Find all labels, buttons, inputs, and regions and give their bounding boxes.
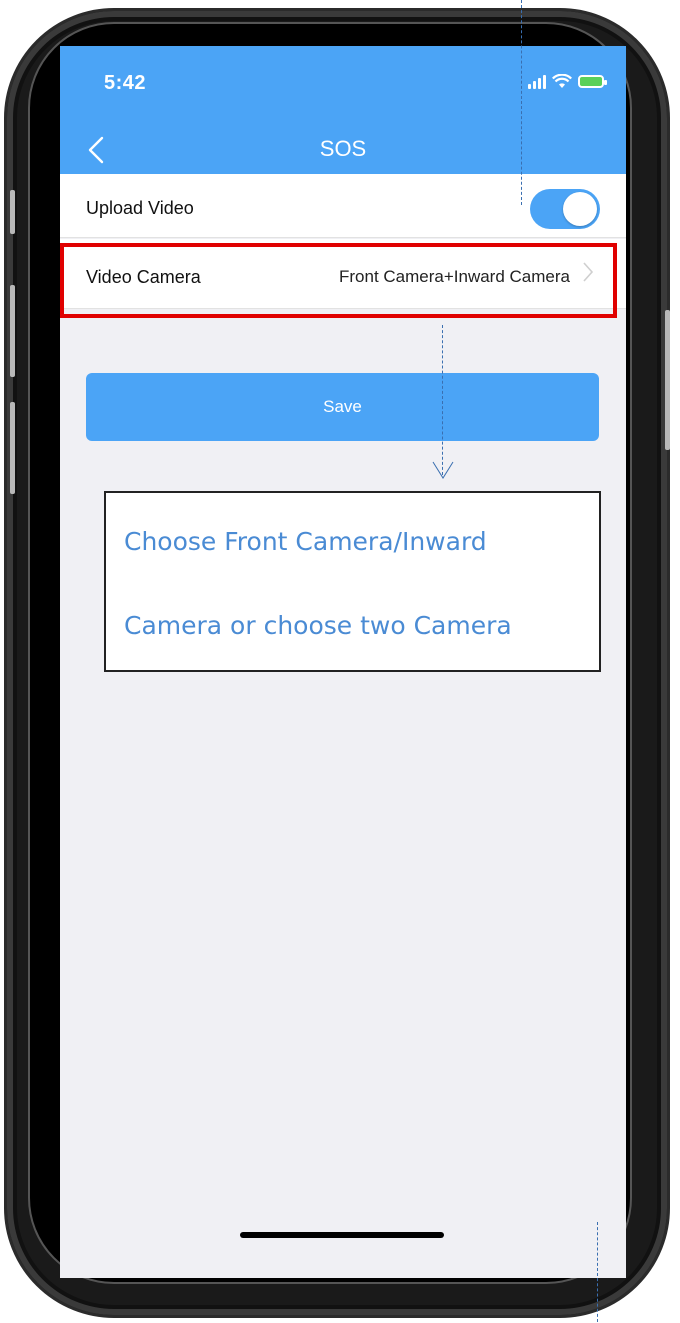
save-button[interactable]: Save [86, 373, 599, 441]
toggle-knob [563, 192, 597, 226]
annotation-arrow-icon [432, 461, 454, 479]
upload-video-toggle[interactable] [530, 189, 600, 229]
callout-line-2: Camera or choose two Camera [124, 611, 512, 640]
annotation-dashed-line-bottom [597, 1222, 598, 1322]
annotation-dashed-line-middle [442, 325, 443, 475]
highlight-box [60, 243, 617, 318]
status-time: 5:42 [104, 72, 147, 94]
cellular-signal-icon [528, 74, 546, 89]
side-button-right [665, 310, 670, 450]
status-icons [528, 74, 607, 89]
side-button-left-3 [10, 402, 15, 494]
wifi-icon [552, 74, 572, 88]
battery-charging-icon [578, 75, 607, 88]
annotation-dashed-line-top [521, 0, 522, 205]
annotation-callout: Choose Front Camera/Inward Camera or cho… [104, 491, 601, 672]
side-button-left-2 [10, 285, 15, 377]
side-button-left-1 [10, 190, 15, 234]
upload-video-row: Upload Video [60, 174, 626, 238]
status-bar: 5:42 [60, 46, 626, 126]
navigation-bar: SOS [60, 126, 626, 174]
upload-video-label: Upload Video [86, 198, 194, 218]
page-title: SOS [319, 136, 367, 161]
home-indicator [240, 1232, 444, 1238]
callout-line-1: Choose Front Camera/Inward [124, 527, 487, 556]
